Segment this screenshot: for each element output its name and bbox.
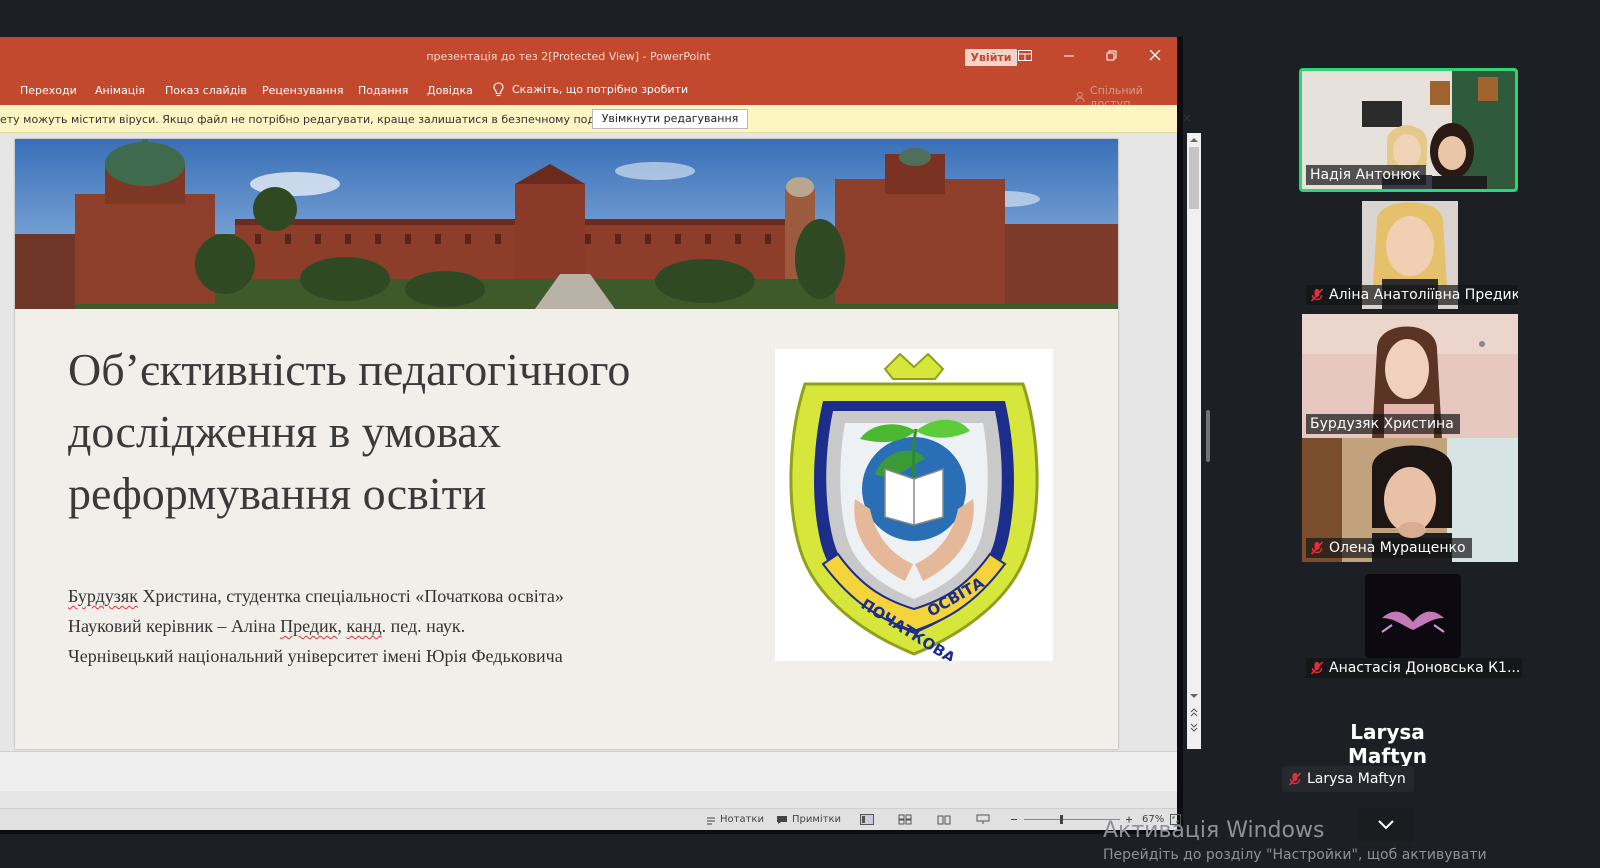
advisor-prefix: Науковий керівник – Аліна: [68, 616, 281, 636]
slide: Об’єктивність педагогічного дослідження …: [15, 139, 1118, 749]
university-banner-image: [15, 139, 1118, 309]
vertical-scrollbar[interactable]: [1187, 133, 1201, 749]
status-bar: Нотатки Примітки 67%: [0, 808, 1181, 830]
slide-sorter-button[interactable]: [898, 814, 912, 825]
participant-video-tile[interactable]: Анастасія Доновська К1...: [1302, 570, 1522, 682]
participant-name: Олена Муращенко: [1306, 538, 1472, 558]
university-line: Чернівецький національний університет ім…: [68, 646, 563, 666]
slideshow-button[interactable]: [976, 814, 990, 825]
panel-resize-handle[interactable]: [1206, 410, 1210, 462]
person-icon: [1075, 91, 1085, 102]
close-icon: [1149, 50, 1161, 61]
slide-title-line: дослідження в умовах: [68, 406, 501, 457]
muted-mic-icon: [1310, 288, 1324, 302]
reading-view-icon: [937, 815, 951, 825]
close-message-icon[interactable]: ×: [1182, 111, 1192, 125]
slide-editor-area: Об’єктивність педагогічного дослідження …: [0, 133, 1201, 803]
windows-activation-watermark: Активація Windows Перейдіть до розділу "…: [1103, 818, 1487, 863]
tell-me-label: Скажіть, що потрібно зробити: [512, 83, 689, 96]
reading-view-button[interactable]: [937, 814, 951, 825]
advisor-rest: . пед. наук.: [381, 616, 466, 636]
ribbon-tabs: Переходи Анімація Показ слайдів Рецензув…: [0, 75, 1177, 110]
ribbon-display-options-button[interactable]: [1010, 45, 1040, 67]
comments-toggle[interactable]: Примітки: [776, 814, 841, 825]
tab-animations[interactable]: Анімація: [95, 84, 145, 97]
tab-slideshow[interactable]: Показ слайдів: [165, 84, 247, 97]
enable-editing-button[interactable]: Увімкнути редагування: [592, 109, 748, 129]
slide-title[interactable]: Об’єктивність педагогічного дослідження …: [68, 339, 728, 525]
normal-view-icon: [860, 814, 874, 825]
participant-name: Larysa Maftyn: [1282, 766, 1414, 792]
restore-icon: [1106, 50, 1117, 61]
title-bar: презентація до тез 2[Protected View] - P…: [0, 37, 1177, 75]
notes-label: Нотатки: [720, 814, 764, 825]
slide-title-line: Об’єктивність педагогічного: [68, 344, 631, 395]
participant-video-tile[interactable]: Бурдузяк Христина: [1302, 314, 1518, 438]
restore-button[interactable]: [1097, 45, 1127, 67]
tab-review[interactable]: Рецензування: [262, 84, 343, 97]
slide-authors[interactable]: Бурдузяк Христина, студентка спеціальнос…: [68, 581, 564, 671]
no-video-participant-name[interactable]: Larysa Maftyn: [1310, 720, 1465, 768]
tab-transitions[interactable]: Переходи: [20, 84, 77, 97]
activation-subtitle: Перейдіть до розділу "Настройки", щоб ак…: [1103, 847, 1487, 863]
author-details: Христина, студентка спеціальності «Почат…: [137, 586, 564, 606]
scroll-down-icon[interactable]: [1187, 691, 1201, 701]
participant-video-tile[interactable]: Аліна Анатоліївна Предик: [1302, 201, 1518, 309]
muted-mic-icon: [1288, 772, 1302, 786]
tell-me-box[interactable]: Скажіть, що потрібно зробити: [493, 82, 688, 97]
notes-pane[interactable]: [0, 751, 1177, 791]
scrollbar-thumb[interactable]: [1189, 147, 1199, 209]
previous-slide-icon[interactable]: [1187, 706, 1201, 718]
minimize-icon: [1064, 55, 1074, 57]
slide-title-line: реформування освіти: [68, 468, 487, 519]
protected-view-bar: ету можуть містити віруси. Якщо файл не …: [0, 105, 1192, 133]
powerpoint-window: презентація до тез 2[Protected View] - P…: [0, 37, 1201, 834]
minimize-button[interactable]: [1054, 45, 1084, 67]
advisor-degree: канд: [346, 616, 382, 636]
lightbulb-icon: [493, 82, 504, 97]
muted-mic-icon: [1310, 661, 1324, 675]
protected-view-message: ету можуть містити віруси. Якщо файл не …: [0, 113, 623, 126]
primary-education-logo[interactable]: ПОЧАТКОВА ОСВІТА: [775, 349, 1053, 667]
scroll-up-icon[interactable]: [1187, 135, 1201, 145]
muted-mic-icon: [1310, 541, 1324, 555]
advisor-surname: Предик: [280, 616, 338, 636]
close-window-button[interactable]: [1140, 45, 1170, 67]
participant-name: Бурдузяк Христина: [1306, 414, 1460, 434]
participant-video-tile[interactable]: Олена Муращенко: [1302, 438, 1518, 562]
notes-icon: [707, 817, 715, 824]
comments-label: Примітки: [792, 814, 842, 825]
normal-view-button[interactable]: [860, 814, 874, 825]
slide-sorter-icon: [898, 814, 912, 825]
author-line: Бурдузяк Христина, студентка спеціальнос…: [68, 581, 564, 611]
notes-toggle[interactable]: Нотатки: [706, 814, 764, 825]
comment-icon: [777, 815, 787, 824]
participant-name: Анастасія Доновська К1...: [1306, 658, 1522, 678]
slideshow-icon: [976, 814, 990, 824]
tab-help[interactable]: Довідка: [427, 84, 473, 97]
author-surname: Бурдузяк: [68, 586, 138, 606]
ribbon-display-icon: [1018, 50, 1032, 61]
next-slide-icon[interactable]: [1187, 722, 1201, 734]
tab-view[interactable]: Подання: [358, 84, 408, 97]
participant-name: Надія Антонюк: [1306, 165, 1427, 185]
participant-name: Аліна Анатоліївна Предик: [1306, 285, 1518, 305]
participant-video-tile[interactable]: Надія Антонюк: [1299, 68, 1518, 192]
advisor-line: Науковий керівник – Аліна Предик, канд. …: [68, 611, 564, 641]
screen: презентація до тез 2[Protected View] - P…: [0, 0, 1600, 868]
activation-title: Активація Windows: [1103, 818, 1325, 843]
